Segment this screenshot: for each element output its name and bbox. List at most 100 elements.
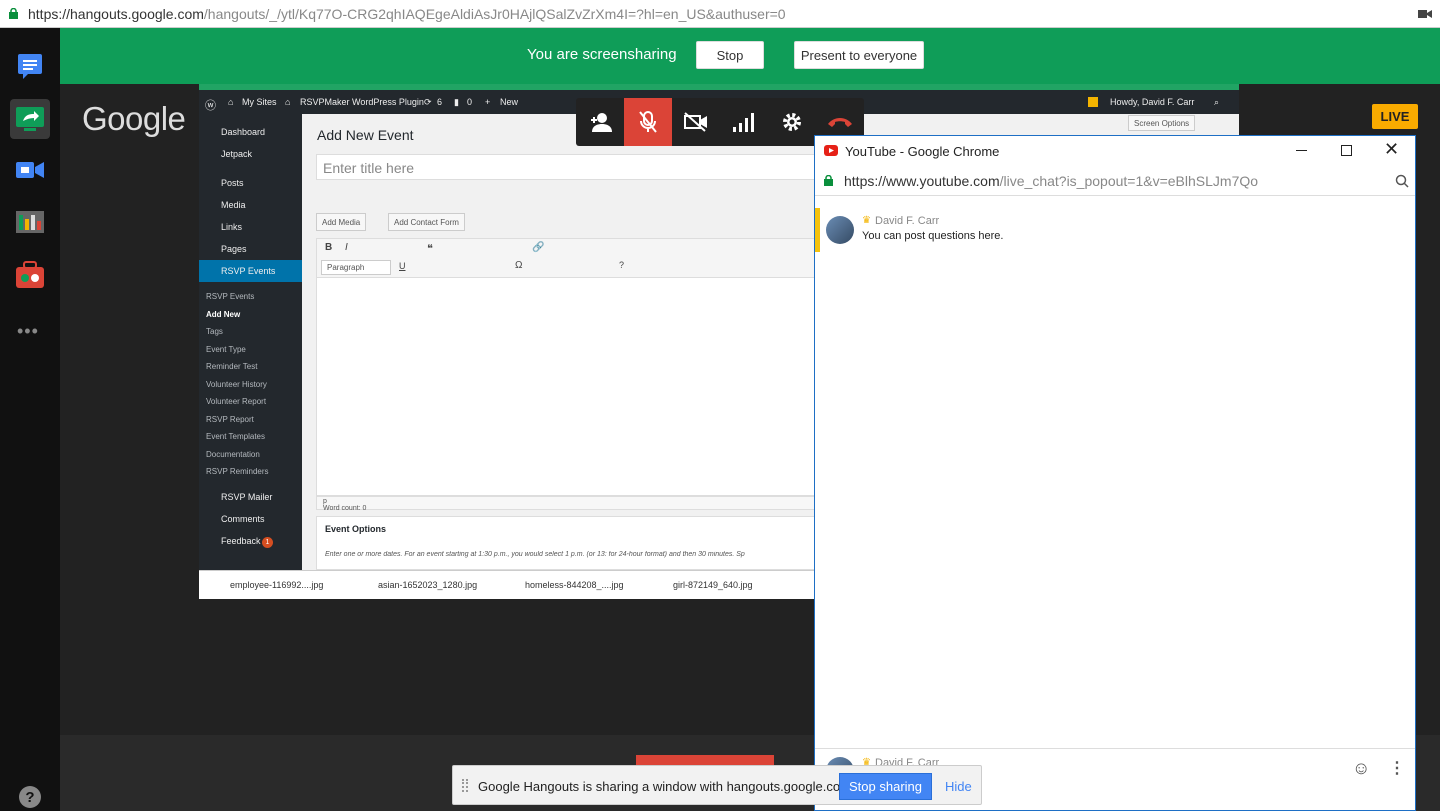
- submenu-documentation[interactable]: Documentation: [206, 450, 260, 459]
- stop-sharing-button[interactable]: Stop sharing: [839, 773, 932, 800]
- mute-mic-button[interactable]: [624, 98, 672, 146]
- submenu-event-type[interactable]: Event Type: [206, 345, 246, 354]
- help-circle-icon[interactable]: ?: [619, 260, 624, 270]
- submenu-volunteer-report[interactable]: Volunteer Report: [206, 397, 266, 406]
- hide-button[interactable]: Hide: [945, 779, 972, 794]
- screenshare-app-button[interactable]: [10, 99, 50, 139]
- message-text: You can post questions here.: [862, 230, 1004, 242]
- download-item[interactable]: employee-116992....jpg: [230, 580, 323, 590]
- camera-toggle-button[interactable]: [672, 98, 720, 146]
- event-title-input[interactable]: Enter title here: [316, 154, 836, 180]
- google-logo: Google: [82, 100, 186, 137]
- blockquote-icon[interactable]: ❝: [427, 242, 433, 255]
- download-item[interactable]: homeless-844208_....jpg: [525, 580, 624, 590]
- more-apps-icon[interactable]: •••: [17, 321, 39, 342]
- bold-icon[interactable]: B: [325, 242, 332, 253]
- screen-options-button[interactable]: Screen Options: [1128, 115, 1196, 131]
- omega-icon[interactable]: Ω: [515, 260, 522, 271]
- download-item[interactable]: girl-872149_640.jpg: [673, 580, 753, 590]
- window-titlebar[interactable]: YouTube - Google Chrome ✕: [815, 136, 1415, 166]
- url-text[interactable]: https://hangouts.google.com/hangouts/_/y…: [28, 6, 786, 22]
- submenu-add-new[interactable]: Add New: [206, 310, 240, 319]
- howdy-user[interactable]: Howdy, David F. Carr: [1110, 97, 1194, 107]
- bandwidth-button[interactable]: [720, 98, 768, 146]
- signal-bars-icon: [733, 113, 754, 132]
- video-off-icon: [684, 112, 707, 132]
- sidebar-item-rsvp-events[interactable]: RSVP Events: [221, 266, 275, 276]
- close-icon[interactable]: ✕: [1384, 139, 1399, 160]
- event-options-help: Enter one or more dates. For an event st…: [325, 551, 745, 558]
- avatar[interactable]: [826, 216, 854, 244]
- screenshare-status: You are screensharing: [527, 46, 677, 63]
- submenu-tags[interactable]: Tags: [206, 327, 223, 336]
- mic-off-icon: [639, 111, 657, 133]
- sidebar-item-rsvp-mailer[interactable]: RSVP Mailer: [221, 492, 272, 502]
- owner-highlight-bar: [815, 208, 820, 252]
- control-room-app-button[interactable]: [10, 202, 50, 242]
- new-link[interactable]: New: [500, 97, 518, 107]
- my-sites-link[interactable]: My Sites: [242, 97, 277, 107]
- camera-icon[interactable]: [1418, 9, 1432, 19]
- submenu-volunteer-history[interactable]: Volunteer History: [206, 380, 267, 389]
- message-author[interactable]: David F. Carr: [875, 215, 939, 227]
- italic-icon[interactable]: I: [345, 242, 348, 253]
- video-call-icon: [16, 162, 44, 178]
- submenu-reminder-test[interactable]: Reminder Test: [206, 362, 257, 371]
- url-host: https://hangouts.google.com: [28, 6, 204, 22]
- present-to-everyone-button[interactable]: Present to everyone: [794, 41, 924, 69]
- link-icon[interactable]: 🔗: [532, 242, 544, 253]
- sidebar-item-jetpack[interactable]: Jetpack: [221, 149, 252, 159]
- updates-count[interactable]: 6: [437, 97, 442, 107]
- sidebar-item-feedback[interactable]: Feedback: [221, 536, 261, 546]
- more-options-icon[interactable]: ⋮: [1389, 758, 1405, 778]
- plus-icon: +: [485, 97, 491, 107]
- zoom-icon[interactable]: [1395, 174, 1409, 188]
- comments-count[interactable]: 0: [467, 97, 472, 107]
- toolbox-icon: [16, 261, 44, 288]
- toolbox-app-button[interactable]: [10, 255, 50, 295]
- add-media-button[interactable]: Add Media: [316, 213, 367, 231]
- submenu-event-templates[interactable]: Event Templates: [206, 432, 265, 441]
- sidebar-item-posts[interactable]: Posts: [221, 178, 244, 188]
- emoji-icon[interactable]: ☺: [1352, 758, 1370, 779]
- screenshare-banner: You are screensharing Stop Present to ev…: [60, 28, 1440, 84]
- sidebar-item-links[interactable]: Links: [221, 222, 242, 232]
- submenu-rsvp-reminders[interactable]: RSVP Reminders: [206, 467, 269, 476]
- popup-url: https://www.youtube.com/live_chat?is_pop…: [844, 173, 1258, 189]
- sidebar-item-comments[interactable]: Comments: [221, 514, 265, 524]
- settings-button[interactable]: [768, 98, 816, 146]
- address-bar[interactable]: https://hangouts.google.com/hangouts/_/y…: [0, 0, 1440, 28]
- underline-icon[interactable]: U: [399, 261, 406, 271]
- search-icon[interactable]: ⌕: [1214, 97, 1219, 108]
- home-icon: ⌂: [228, 97, 234, 107]
- chat-app-button[interactable]: [10, 46, 50, 86]
- crown-icon: ♛: [862, 215, 871, 226]
- event-options-panel: Event Options Enter one or more dates. F…: [316, 516, 836, 570]
- stop-screenshare-button[interactable]: Stop: [696, 41, 764, 69]
- help-icon[interactable]: ?: [19, 786, 41, 808]
- control-room-icon: [16, 211, 44, 233]
- video-app-button[interactable]: [10, 150, 50, 190]
- sidebar-item-media[interactable]: Media: [221, 200, 246, 210]
- word-count: Word count: 0: [323, 505, 367, 512]
- sharing-message: Google Hangouts is sharing a window with…: [478, 779, 855, 794]
- minimize-icon[interactable]: [1296, 150, 1307, 151]
- chat-icon: [18, 54, 42, 79]
- maximize-icon[interactable]: [1341, 145, 1352, 156]
- drag-handle-icon[interactable]: [462, 779, 468, 792]
- format-select[interactable]: Paragraph: [321, 260, 391, 275]
- download-item[interactable]: asian-1652023_1280.jpg: [378, 580, 477, 590]
- screenshare-icon: [16, 107, 44, 131]
- submenu-rsvp-report[interactable]: RSVP Report: [206, 415, 254, 424]
- popup-url-path: /live_chat?is_popout=1&v=eBlhSLJm7Qo: [999, 173, 1259, 189]
- sidebar-item-pages[interactable]: Pages: [221, 244, 247, 254]
- popup-address-bar[interactable]: https://www.youtube.com/live_chat?is_pop…: [815, 166, 1415, 196]
- wordpress-icon[interactable]: ⓦ: [205, 97, 216, 113]
- invite-people-button[interactable]: [576, 98, 624, 146]
- site-name-link[interactable]: RSVPMaker WordPress Plugin: [300, 97, 424, 107]
- sidebar-item-dashboard[interactable]: Dashboard: [221, 127, 265, 137]
- notification-icon[interactable]: [1088, 97, 1098, 107]
- house-icon: ⌂: [285, 97, 291, 107]
- submenu-rsvp-events[interactable]: RSVP Events: [206, 292, 254, 301]
- add-contact-form-button[interactable]: Add Contact Form: [388, 213, 465, 231]
